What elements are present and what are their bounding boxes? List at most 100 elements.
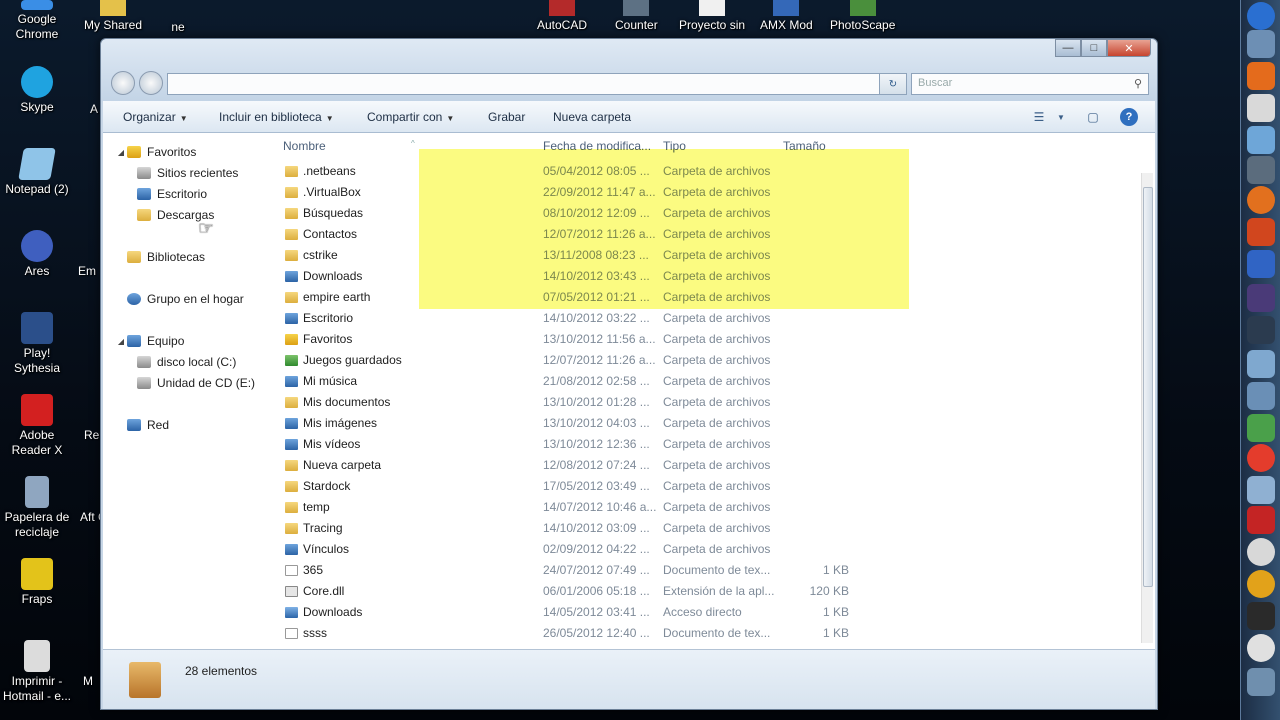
- file-row[interactable]: Mi música 21/08/2012 02:58 ... Carpeta de …: [275, 371, 1141, 392]
- file-row[interactable]: Downloads 14/05/2012 03:41 ... Acceso dire…: [275, 602, 1141, 623]
- dock-app-icon[interactable]: [1247, 414, 1275, 442]
- file-size: 120 KB: [809, 584, 849, 598]
- file-row[interactable]: Mis documentos 13/10/2012 01:28 ... Carpet…: [275, 392, 1141, 413]
- vertical-scrollbar[interactable]: [1141, 173, 1153, 643]
- column-header-name[interactable]: Nombre ^: [283, 139, 415, 153]
- desktop-icon-hotmail[interactable]: Imprimir - Hotmail - e...: [0, 640, 74, 704]
- file-row[interactable]: Tracing 14/10/2012 03:09 ... Carpeta de ar…: [275, 518, 1141, 539]
- desktop-icon-autocad[interactable]: AutoCAD: [537, 0, 587, 32]
- preview-pane-button[interactable]: ▢: [1083, 107, 1103, 127]
- file-row[interactable]: Nueva carpeta 12/08/2012 07:24 ... Carpeta…: [275, 455, 1141, 476]
- help-button[interactable]: ?: [1119, 107, 1139, 127]
- drive-icon: [137, 356, 151, 368]
- close-button[interactable]: ✕: [1107, 39, 1151, 57]
- view-options-button[interactable]: ☰: [1029, 107, 1049, 127]
- expand-arrow-icon[interactable]: ◢: [115, 148, 127, 157]
- dock-app-icon[interactable]: [1247, 476, 1275, 504]
- maximize-button[interactable]: □: [1081, 39, 1107, 57]
- desktop-icon-ares[interactable]: Ares: [0, 230, 74, 279]
- dock-app-icon[interactable]: [1247, 350, 1275, 378]
- file-row[interactable]: .netbeans 05/04/2012 08:05 ... Carpeta de …: [275, 161, 1141, 182]
- desktop-icon-amx-mod[interactable]: AMX Mod: [760, 0, 813, 32]
- nav-computer[interactable]: ◢ Equipo: [115, 332, 184, 350]
- file-row[interactable]: Favoritos 13/10/2012 11:56 a... Carpeta de…: [275, 329, 1141, 350]
- share-with-button[interactable]: Compartir con ▼: [367, 110, 454, 124]
- dock-app-icon[interactable]: [1247, 570, 1275, 598]
- desktop-icon-recycle-bin[interactable]: Papelera de reciclaje: [0, 476, 74, 540]
- dock-app-icon[interactable]: [1247, 506, 1275, 534]
- dock-globe-icon[interactable]: [1247, 2, 1275, 30]
- dock-app-icon[interactable]: [1247, 602, 1275, 630]
- dock-app-icon[interactable]: [1247, 668, 1275, 696]
- window-titlebar[interactable]: — □ ✕ ▼ ↻ Buscar ⚲: [101, 39, 1157, 101]
- file-row[interactable]: Búsquedas 08/10/2012 12:09 ... Carpeta de …: [275, 203, 1141, 224]
- expand-arrow-icon[interactable]: ◢: [115, 337, 127, 346]
- dock-gear-icon[interactable]: [1247, 316, 1275, 344]
- chevron-down-icon[interactable]: ▼: [1051, 107, 1071, 127]
- column-header-size[interactable]: Tamaño: [783, 139, 826, 153]
- organize-button[interactable]: Organizar ▼: [123, 110, 188, 124]
- scrollbar-thumb[interactable]: [1143, 187, 1153, 587]
- file-size: 1 KB: [822, 605, 849, 619]
- search-input[interactable]: Buscar ⚲: [911, 73, 1149, 95]
- column-header-date[interactable]: Fecha de modifica...: [543, 139, 651, 153]
- nav-recent-places[interactable]: Sitios recientes: [137, 164, 238, 182]
- dock-clock-icon[interactable]: [1247, 634, 1275, 662]
- desktop-icon-adobe-reader[interactable]: Adobe Reader X: [0, 394, 74, 458]
- desktop-icon-proyecto[interactable]: Proyecto sin: [679, 0, 745, 32]
- file-row[interactable]: temp 14/07/2012 10:46 a... Carpeta de arch…: [275, 497, 1141, 518]
- dock-media-icon[interactable]: [1247, 62, 1275, 90]
- desktop-icon-partial[interactable]: ne: [165, 2, 191, 34]
- desktop-icon-photoscape[interactable]: PhotoScape: [830, 0, 895, 32]
- dock-computer-icon[interactable]: [1247, 30, 1275, 58]
- desktop-icon-skype[interactable]: Skype: [0, 66, 74, 115]
- desktop-icon-my-shared[interactable]: My Shared: [84, 0, 142, 32]
- file-row[interactable]: Core.dll 06/01/2006 05:18 ... Extensión de…: [275, 581, 1141, 602]
- dock-app-icon[interactable]: [1247, 126, 1275, 154]
- nav-label: Sitios recientes: [157, 166, 239, 180]
- file-row[interactable]: 365 24/07/2012 07:49 ... Documento de tex.…: [275, 560, 1141, 581]
- dock-app-icon[interactable]: [1247, 94, 1275, 122]
- forward-button[interactable]: [139, 71, 163, 95]
- file-row[interactable]: Downloads 14/10/2012 03:43 ... Carpeta de …: [275, 266, 1141, 287]
- file-row[interactable]: Vínculos 02/09/2012 04:22 ... Carpeta de a…: [275, 539, 1141, 560]
- file-row[interactable]: cstrike 13/11/2008 08:23 ... Carpeta de ar…: [275, 245, 1141, 266]
- desktop-icon-synthesia[interactable]: Play! Sythesia: [0, 312, 74, 376]
- address-bar[interactable]: ▼: [167, 73, 907, 95]
- dock-after-effects-icon[interactable]: [1247, 284, 1275, 312]
- desktop-icon-counter[interactable]: Counter: [615, 0, 658, 32]
- desktop-icon-fraps[interactable]: Fraps: [0, 558, 74, 607]
- file-row[interactable]: empire earth 07/05/2012 01:21 ... Carpeta …: [275, 287, 1141, 308]
- nav-desktop[interactable]: Escritorio: [137, 185, 207, 203]
- desktop-icon-notepad[interactable]: Notepad (2): [0, 148, 74, 197]
- file-row[interactable]: ssss 26/05/2012 12:40 ... Documento de tex…: [275, 623, 1141, 644]
- new-folder-button[interactable]: Nueva carpeta: [553, 110, 631, 124]
- nav-cd-drive[interactable]: Unidad de CD (E:): [137, 374, 255, 392]
- refresh-button[interactable]: ↻: [879, 73, 907, 95]
- column-header-type[interactable]: Tipo: [663, 139, 686, 153]
- dock-app-icon[interactable]: [1247, 538, 1275, 566]
- nav-network[interactable]: Red: [115, 416, 169, 434]
- dock-lightning-icon[interactable]: [1247, 250, 1275, 278]
- file-row[interactable]: Mis imágenes 13/10/2012 04:03 ... Carpeta …: [275, 413, 1141, 434]
- minimize-button[interactable]: —: [1055, 39, 1081, 57]
- file-row[interactable]: Stardock 17/05/2012 03:49 ... Carpeta de a…: [275, 476, 1141, 497]
- dock-app-icon[interactable]: [1247, 382, 1275, 410]
- file-row[interactable]: Contactos 12/07/2012 11:26 a... Carpeta de…: [275, 224, 1141, 245]
- desktop-icon-chrome[interactable]: Google Chrome: [0, 0, 74, 42]
- nav-favorites[interactable]: ◢ Favoritos: [115, 143, 196, 161]
- nav-libraries[interactable]: Bibliotecas: [115, 248, 205, 266]
- file-row[interactable]: Juegos guardados 12/07/2012 11:26 a... Car…: [275, 350, 1141, 371]
- nav-homegroup[interactable]: Grupo en el hogar: [115, 290, 244, 308]
- file-row[interactable]: Mis vídeos 13/10/2012 12:36 ... Carpeta de…: [275, 434, 1141, 455]
- burn-button[interactable]: Grabar: [488, 110, 525, 124]
- nav-local-disk[interactable]: disco local (C:): [137, 353, 236, 371]
- dock-firefox-icon[interactable]: [1247, 186, 1275, 214]
- dock-chrome-icon[interactable]: [1247, 444, 1275, 472]
- dock-app-icon[interactable]: [1247, 156, 1275, 184]
- file-row[interactable]: .VirtualBox 22/09/2012 11:47 a... Carpeta …: [275, 182, 1141, 203]
- dock-app-icon[interactable]: [1247, 218, 1275, 246]
- file-row[interactable]: Escritorio 14/10/2012 03:22 ... Carpeta de…: [275, 308, 1141, 329]
- include-library-button[interactable]: Incluir en biblioteca ▼: [219, 110, 334, 124]
- back-button[interactable]: [111, 71, 135, 95]
